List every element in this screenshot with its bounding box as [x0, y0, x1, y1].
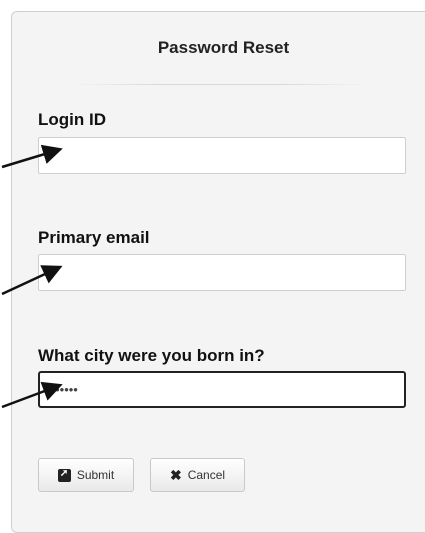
annotation-arrow-email — [1, 265, 63, 296]
annotation-arrows — [1, 144, 63, 409]
annotation-arrow-city — [1, 381, 63, 409]
annotation-arrow-login — [1, 144, 63, 169]
